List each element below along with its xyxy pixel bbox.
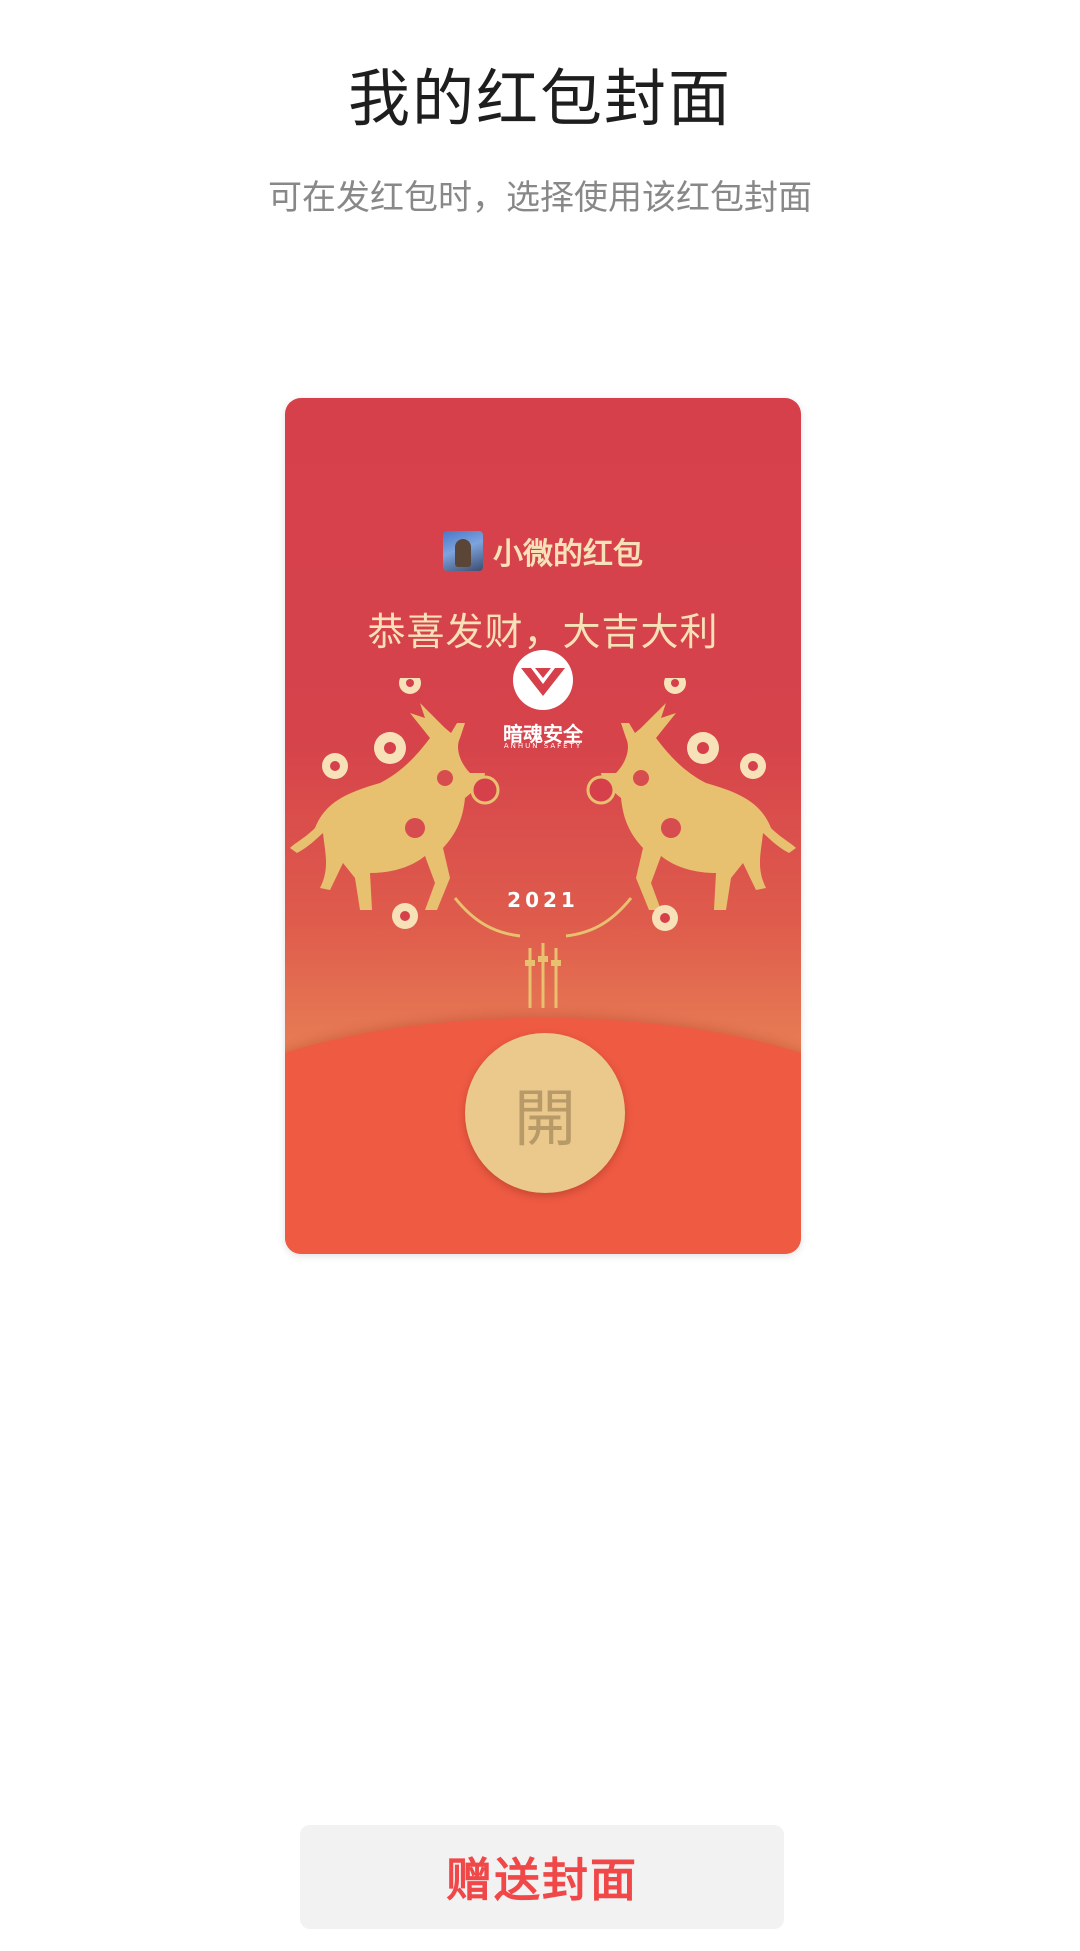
sender-avatar-icon <box>443 531 483 571</box>
year-label: 2021 <box>507 888 579 912</box>
blessing-text: 恭喜发财，大吉大利 <box>367 610 719 654</box>
page: 我的红包封面 可在发红包时，选择使用该红包封面 小微的红包 恭喜发财，大吉大利 <box>0 0 1080 1951</box>
sender-name: 小微的红包 <box>493 537 643 572</box>
gift-cover-button[interactable]: 赠送封面 <box>300 1825 784 1929</box>
page-title: 我的红包封面 <box>347 62 732 135</box>
open-button[interactable]: 開 <box>465 1033 625 1193</box>
sender-row: 小微的红包 <box>285 529 801 573</box>
page-subtitle: 可在发红包时，选择使用该红包封面 <box>268 178 812 218</box>
red-packet-cover[interactable]: 小微的红包 恭喜发财，大吉大利 暗魂安全 ANHUN SAFETY 2021 開 <box>285 398 801 1254</box>
brand-tagline: ANHUN SAFETY <box>503 742 583 750</box>
